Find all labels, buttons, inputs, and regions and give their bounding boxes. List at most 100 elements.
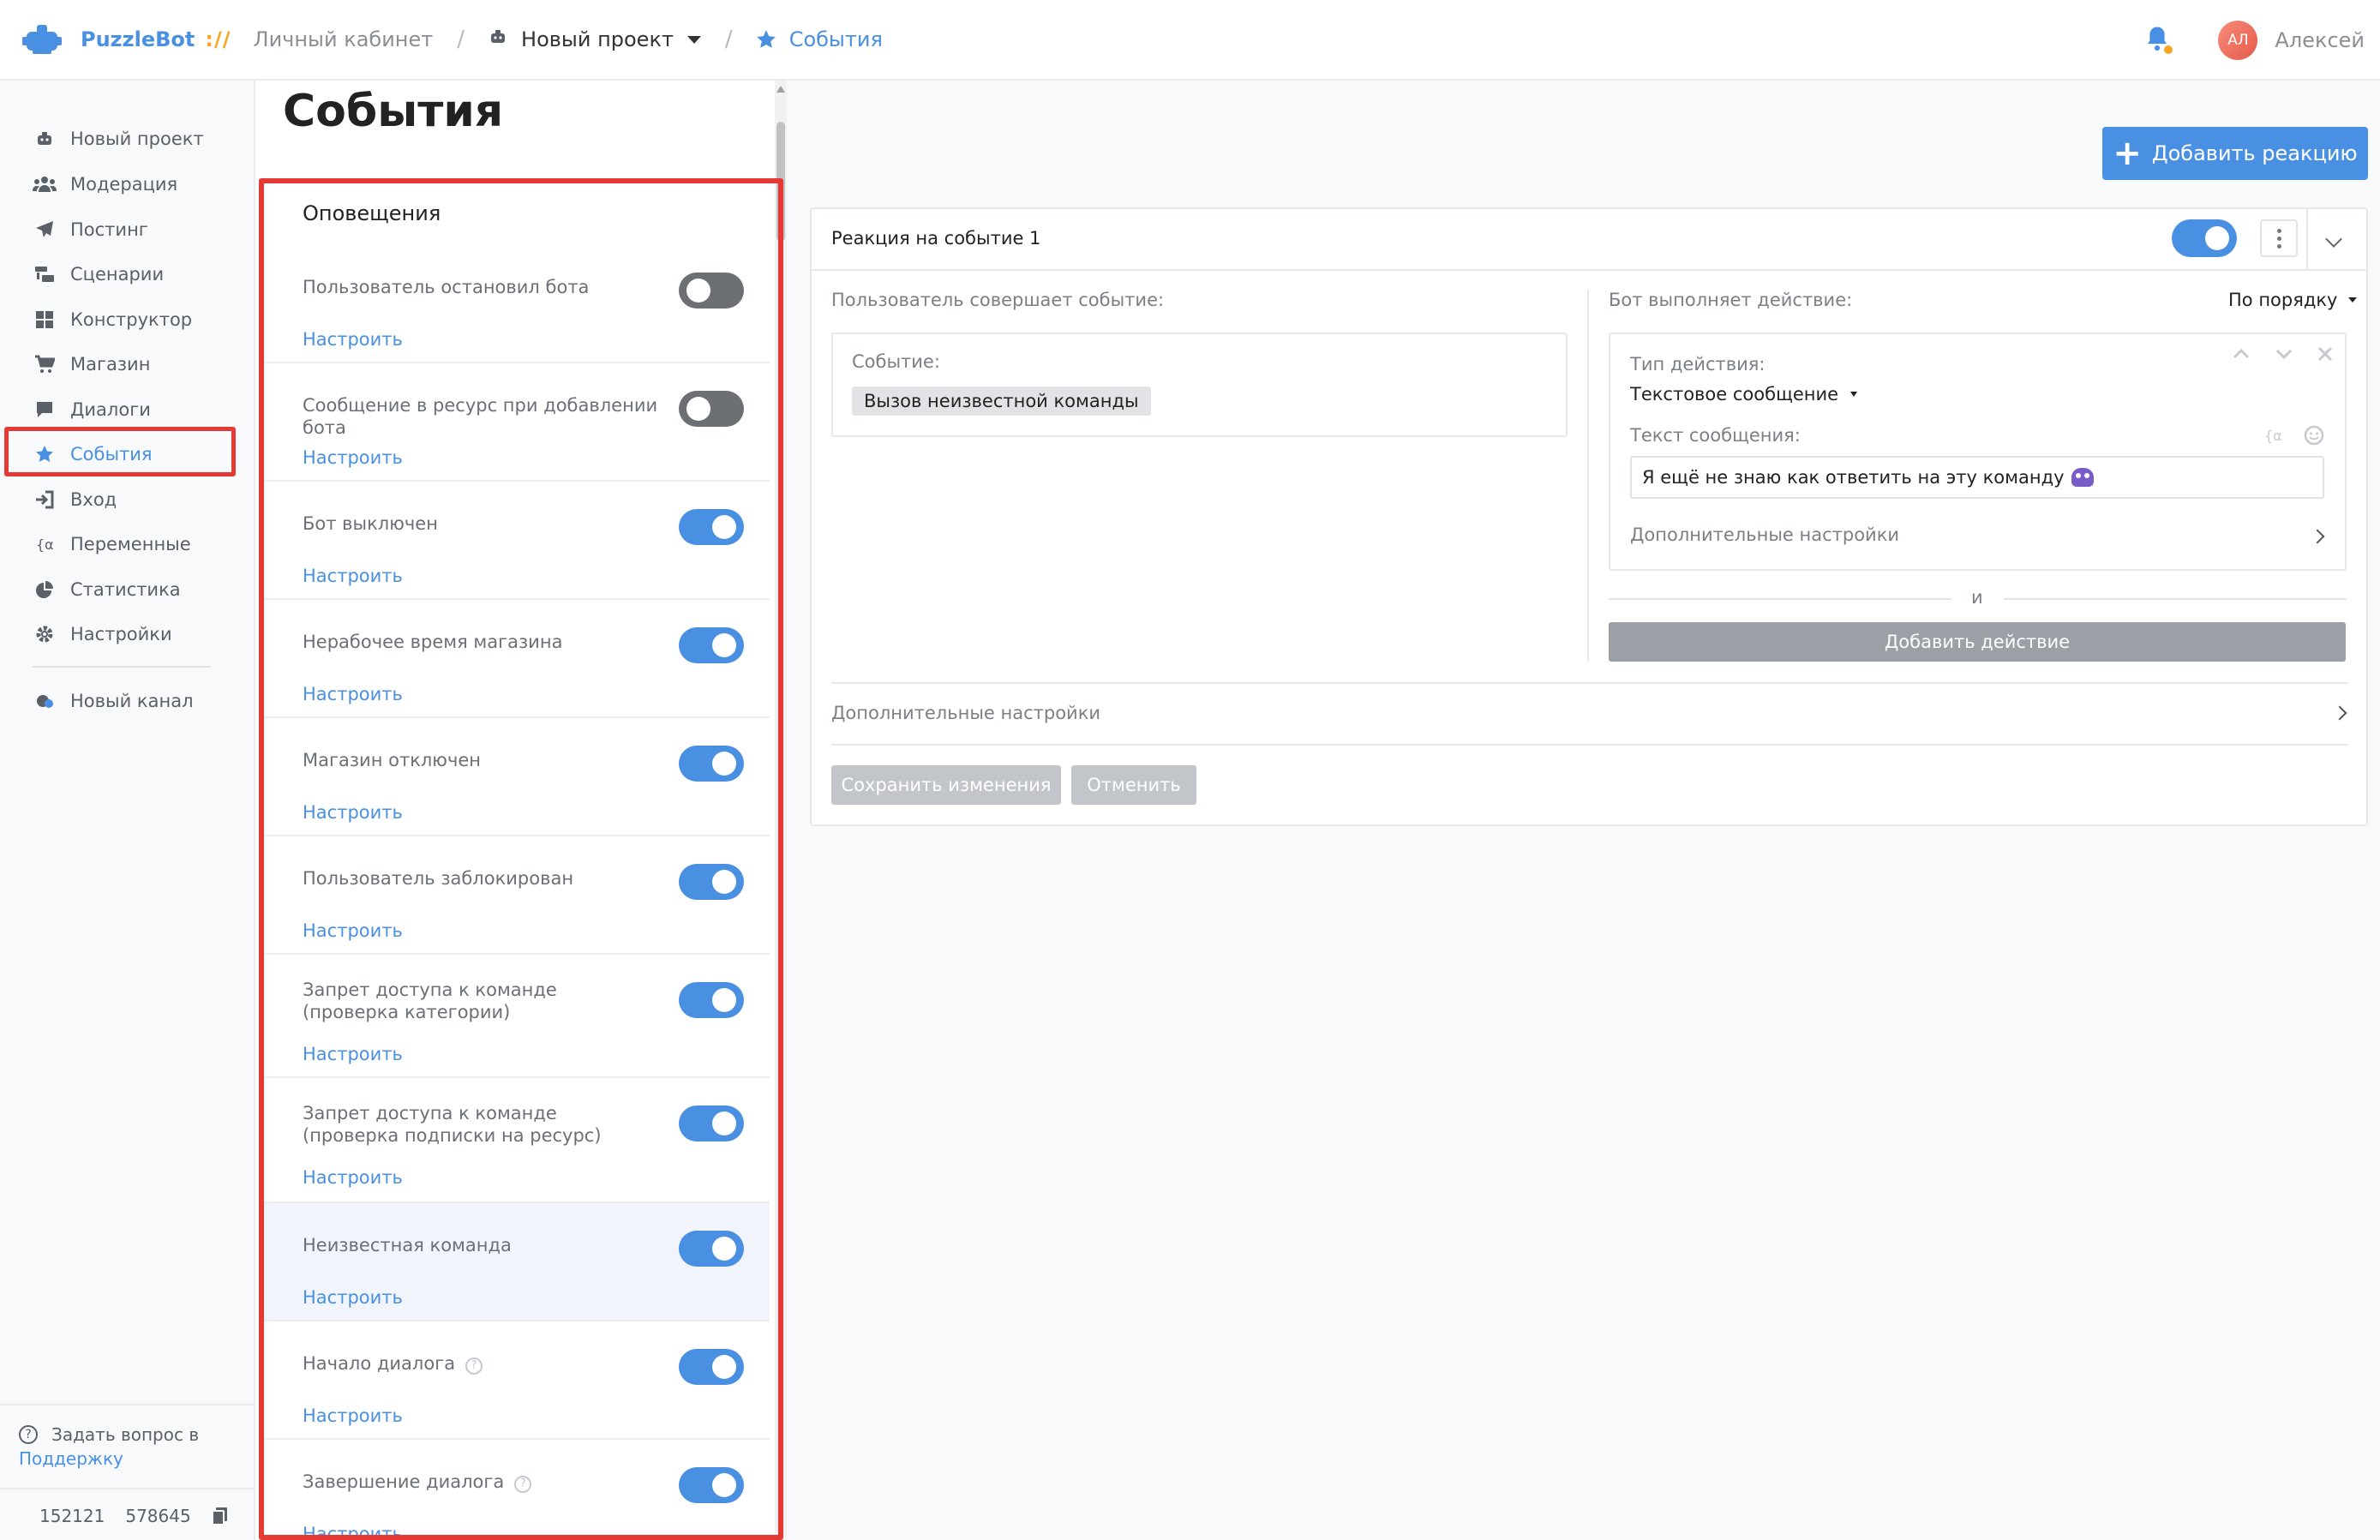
avatar[interactable]: АЛ [2218,21,2258,60]
breadcrumb-project-dropdown[interactable]: Новый проект [489,27,701,51]
puzzlebot-logo-icon [22,20,62,59]
save-button[interactable]: Сохранить изменения [831,765,1061,805]
breadcrumb-cabinet[interactable]: Личный кабинет [254,27,434,51]
logo[interactable]: PuzzleBot :// [22,20,231,59]
sidebar-item-label: Статистика [70,579,181,600]
sidebar-item-label: Вход [70,489,117,510]
event-box [831,333,1568,437]
logo-text: PuzzleBot [81,27,195,51]
plus-icon: + [2113,134,2142,173]
support-link[interactable]: Поддержку [19,1448,123,1469]
sidebar-item-constructor[interactable]: Конструктор [33,303,192,337]
sidebar-item-dialogs[interactable]: Диалоги [33,392,151,427]
message-input[interactable]: Я ещё не знаю как ответить на эту команд… [1630,456,2324,499]
sidebar-divider [0,1404,255,1405]
column-divider [1587,290,1589,662]
pie-chart-icon [33,578,57,602]
cancel-button[interactable]: Отменить [1071,765,1196,805]
sidebar-item-new-channel[interactable]: Новый канал [33,684,194,718]
top-header: PuzzleBot :// Личный кабинет / Новый про… [0,0,2380,81]
sidebar-item-shop[interactable]: Магазин [33,347,150,381]
account-ids: 152121 578645 [39,1506,229,1526]
add-reaction-label: Добавить реакцию [2151,141,2358,165]
copy-icon[interactable] [211,1507,229,1525]
message-label: Текст сообщения: [1630,425,1801,446]
action-type-label: Тип действия: [1630,354,1766,375]
add-reaction-button[interactable]: + Добавить реакцию [2102,127,2368,180]
channel-icon [33,689,57,713]
close-icon[interactable] [2314,343,2336,365]
sidebar-item-variables[interactable]: {α Переменные [33,527,191,561]
sidebar-divider [0,1488,255,1489]
star-icon [756,30,776,48]
bot-id: 578645 [125,1506,191,1526]
users-icon [33,172,57,196]
order-label: По порядку [2228,290,2338,310]
question-icon: ? [19,1425,38,1444]
sidebar-item-statistics[interactable]: Статистика [33,572,181,607]
help-block: ? Задать вопрос в Поддержку [19,1423,199,1471]
event-chip[interactable]: Вызов неизвестной команды [852,386,1151,416]
order-dropdown[interactable]: По порядку [2228,290,2357,310]
variable-icon: {α [33,532,57,556]
sidebar-item-label: Постинг [70,219,148,240]
and-label: и [1971,587,1983,608]
reaction-title: Реакция на событие 1 [831,228,1041,249]
sidebar-item-label: Новый канал [70,691,194,711]
username[interactable]: Алексей [2275,28,2365,52]
bot-icon [489,27,507,51]
breadcrumb-current-label: События [788,27,883,51]
emoji-icon[interactable] [2304,425,2324,446]
message-text: Я ещё не знаю как ответить на эту команд… [1642,467,2065,488]
action-type-value: Текстовое сообщение [1630,384,1839,404]
divider [2004,598,2347,600]
grid-icon [33,308,57,332]
bot-action-label: Бот выполняет действие: [1609,290,1853,310]
sidebar-item-label: Переменные [70,534,191,554]
event-field-label: Событие: [852,351,940,372]
sidebar-item-label: Сценарии [70,264,165,285]
sidebar-item-label: Магазин [70,354,151,375]
sidebar-item-label: Диалоги [70,399,151,420]
logo-separator: :// [205,27,231,51]
reaction-card-header [810,207,2368,271]
header-divider [2306,207,2308,271]
bot-icon [33,127,57,151]
add-action-button[interactable]: Добавить действие [1609,622,2346,662]
sidebar-item-moderation[interactable]: Модерация [33,167,177,201]
events-highlight-box [259,178,783,1540]
user-id: 152121 [39,1506,105,1526]
sidebar-item-new-project[interactable]: Новый проект [33,122,204,156]
sidebar-item-label: Настройки [70,624,172,644]
alien-emoji-icon [2071,468,2094,487]
svg-text:{α: {α [2264,428,2282,444]
chat-icon [33,398,57,422]
breadcrumb-separator: / [457,27,465,52]
login-icon [33,488,57,512]
caret-down-icon [2347,297,2357,303]
scenarios-icon [33,262,57,286]
gear-icon [33,622,57,646]
scroll-up-arrow-icon[interactable] [776,86,785,93]
action-extra-settings[interactable]: Дополнительные настройки [1630,524,1899,545]
sidebar-item-scenarios[interactable]: Сценарии [33,257,164,291]
move-down-icon[interactable] [2273,343,2295,365]
breadcrumb-current: События [755,27,883,51]
divider [1609,598,1951,600]
divider [831,744,2348,746]
sidebar-item-login[interactable]: Вход [33,482,117,517]
variable-insert-icon[interactable]: {α [2264,425,2285,446]
user-event-label: Пользователь совершает событие: [831,290,1165,310]
sidebar-item-settings[interactable]: Настройки [33,617,172,651]
reaction-extra-settings[interactable]: Дополнительные настройки [831,703,1100,723]
reaction-toggle[interactable] [2172,219,2237,257]
sidebar [0,81,255,1540]
move-up-icon[interactable] [2230,343,2252,365]
more-options-icon[interactable] [2260,219,2298,257]
notifications-bell-icon[interactable] [2144,25,2173,56]
action-type-dropdown[interactable]: Текстовое сообщение [1630,384,1858,404]
caret-down-icon [1850,392,1858,397]
sidebar-item-posting[interactable]: Постинг [33,213,148,247]
sidebar-divider [33,666,211,668]
page-title: События [283,86,504,137]
